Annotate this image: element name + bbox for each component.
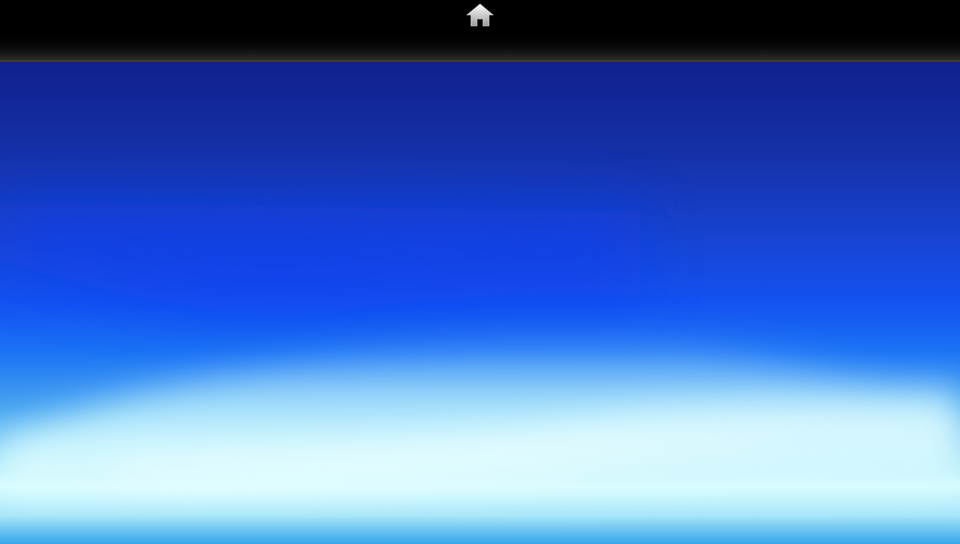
screen — [0, 0, 960, 544]
home-button[interactable] — [465, 2, 495, 28]
top-bar — [0, 0, 960, 62]
home-icon — [466, 3, 494, 27]
wallpaper-wave — [0, 202, 960, 492]
wallpaper — [0, 62, 960, 544]
